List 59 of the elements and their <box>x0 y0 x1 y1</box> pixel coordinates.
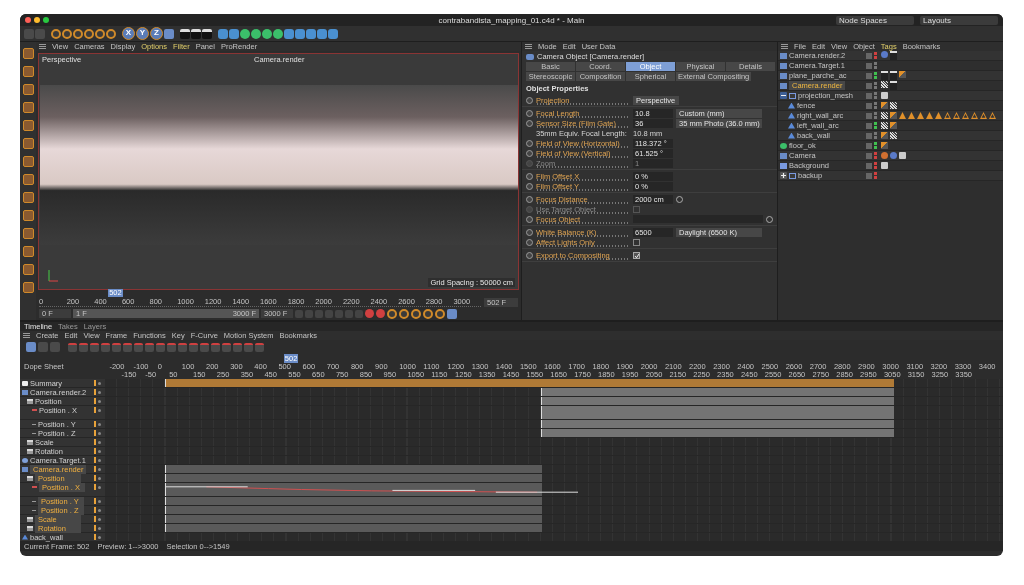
coordinate-system-icon[interactable] <box>164 28 174 39</box>
track-dot-icon[interactable] <box>98 391 101 394</box>
close-button[interactable] <box>25 17 31 23</box>
track-dot-icon[interactable] <box>98 486 101 489</box>
axis-lock-button[interactable]: Y <box>136 27 149 40</box>
axis-lock-button[interactable]: Z <box>150 27 163 40</box>
track-dot-icon[interactable] <box>98 518 101 521</box>
track-dot-icon[interactable] <box>98 441 101 444</box>
node-spaces-dropdown[interactable]: Node Spaces <box>836 15 914 25</box>
menu-icon[interactable] <box>525 44 532 49</box>
expand-toggle-icon[interactable] <box>780 92 787 99</box>
menu-icon[interactable] <box>23 333 30 338</box>
cone-icon <box>22 534 28 540</box>
f-curve-drawing[interactable] <box>164 485 579 494</box>
track-marker-icon <box>94 475 96 481</box>
minimize-button[interactable] <box>34 17 40 23</box>
record-icon[interactable] <box>365 309 374 318</box>
track-dot-icon[interactable] <box>98 423 101 426</box>
track-dot-icon[interactable] <box>98 477 101 480</box>
track-marker-icon <box>94 484 96 490</box>
axis-lock-button[interactable]: X <box>122 27 135 40</box>
track-dot-icon[interactable] <box>98 382 101 385</box>
track-marker-icon <box>94 525 96 531</box>
track-marker-icon <box>94 389 96 395</box>
menu-icon[interactable] <box>781 44 788 49</box>
checkbox[interactable] <box>633 238 640 246</box>
track-dot-icon[interactable] <box>98 468 101 471</box>
track-marker-icon <box>94 457 96 463</box>
track-dot-icon[interactable] <box>98 500 101 503</box>
menu-icon[interactable] <box>39 44 46 49</box>
track-dot-icon[interactable] <box>98 432 101 435</box>
track-marker-icon <box>94 534 96 540</box>
window-title: contrabandista_mapping_01.c4d * - Main <box>438 15 585 25</box>
track-dot-icon[interactable] <box>98 509 101 512</box>
track-dot-icon[interactable] <box>98 459 101 462</box>
track-marker-icon <box>94 439 96 445</box>
track-marker-icon <box>94 407 96 413</box>
expand-toggle-icon[interactable] <box>780 172 787 179</box>
axis-gizmo-icon <box>47 269 59 283</box>
track-dot-icon[interactable] <box>98 536 101 539</box>
track-marker-icon <box>94 507 96 513</box>
track-marker-icon <box>94 466 96 472</box>
track-marker-icon <box>94 421 96 427</box>
track-marker-icon <box>94 516 96 522</box>
track-dot-icon[interactable] <box>98 450 101 453</box>
zoom-button[interactable] <box>43 17 49 23</box>
layouts-dropdown[interactable]: Layouts <box>920 15 998 25</box>
track-marker-icon <box>94 430 96 436</box>
track-dot-icon[interactable] <box>98 527 101 530</box>
checkbox[interactable] <box>633 251 640 259</box>
cube-icon[interactable] <box>218 28 228 39</box>
track-dot-icon[interactable] <box>98 400 101 403</box>
track-dot-icon[interactable] <box>98 409 101 412</box>
track-marker-icon <box>94 398 96 404</box>
floor-icon <box>780 142 787 149</box>
track-marker-icon <box>94 498 96 504</box>
track-marker-icon <box>94 380 96 386</box>
track-marker-icon <box>94 448 96 454</box>
sphere-icon[interactable] <box>240 28 250 39</box>
